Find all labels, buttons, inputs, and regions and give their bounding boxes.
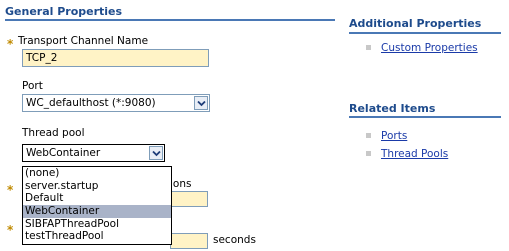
bullet-icon bbox=[366, 133, 371, 138]
port-select-value: WC_defaulthost (*:9080) bbox=[26, 97, 156, 109]
ports-link[interactable]: Ports bbox=[381, 130, 407, 142]
thread-pool-select[interactable]: WebContainer bbox=[22, 144, 165, 162]
thread-pool-option[interactable]: (none) bbox=[23, 167, 171, 180]
seconds-unit-label: seconds bbox=[213, 234, 256, 246]
required-marker: * bbox=[7, 37, 14, 51]
thread-pool-select-value: WebContainer bbox=[26, 147, 101, 159]
port-select[interactable]: WC_defaulthost (*:9080) bbox=[22, 94, 210, 112]
thread-pool-dropdown-list[interactable]: (none) server.startup Default WebContain… bbox=[22, 166, 172, 245]
timeout-input[interactable] bbox=[170, 233, 208, 249]
transport-channel-name-label: Transport Channel Name bbox=[18, 35, 149, 47]
related-items-rule bbox=[349, 116, 501, 118]
general-properties-rule bbox=[5, 19, 335, 21]
thread-pool-option[interactable]: testThreadPool bbox=[23, 230, 171, 243]
additional-properties-rule bbox=[349, 32, 501, 34]
required-marker: * bbox=[7, 223, 14, 237]
thread-pools-link[interactable]: Thread Pools bbox=[381, 148, 448, 160]
bullet-icon bbox=[366, 151, 371, 156]
thread-pool-option-selected[interactable]: WebContainer bbox=[23, 205, 171, 218]
obscured-input-1[interactable] bbox=[170, 191, 208, 207]
bullet-icon bbox=[366, 45, 371, 50]
additional-properties-heading: Additional Properties bbox=[349, 17, 482, 30]
thread-pool-option[interactable]: Default bbox=[23, 192, 171, 205]
general-properties-heading: General Properties bbox=[5, 5, 123, 18]
obscured-field-label: ions bbox=[170, 178, 192, 190]
port-label: Port bbox=[22, 80, 43, 92]
thread-pool-dropdown-button[interactable] bbox=[149, 146, 163, 160]
port-dropdown-button[interactable] bbox=[194, 96, 208, 110]
transport-channel-name-input[interactable]: TCP_2 bbox=[22, 49, 209, 67]
custom-properties-link[interactable]: Custom Properties bbox=[381, 42, 478, 54]
related-items-heading: Related Items bbox=[349, 102, 436, 115]
thread-pool-label: Thread pool bbox=[22, 127, 85, 139]
thread-pool-option[interactable]: server.startup bbox=[23, 180, 171, 193]
required-marker: * bbox=[7, 183, 14, 197]
thread-pool-option[interactable]: SIBFAPThreadPool bbox=[23, 218, 171, 231]
